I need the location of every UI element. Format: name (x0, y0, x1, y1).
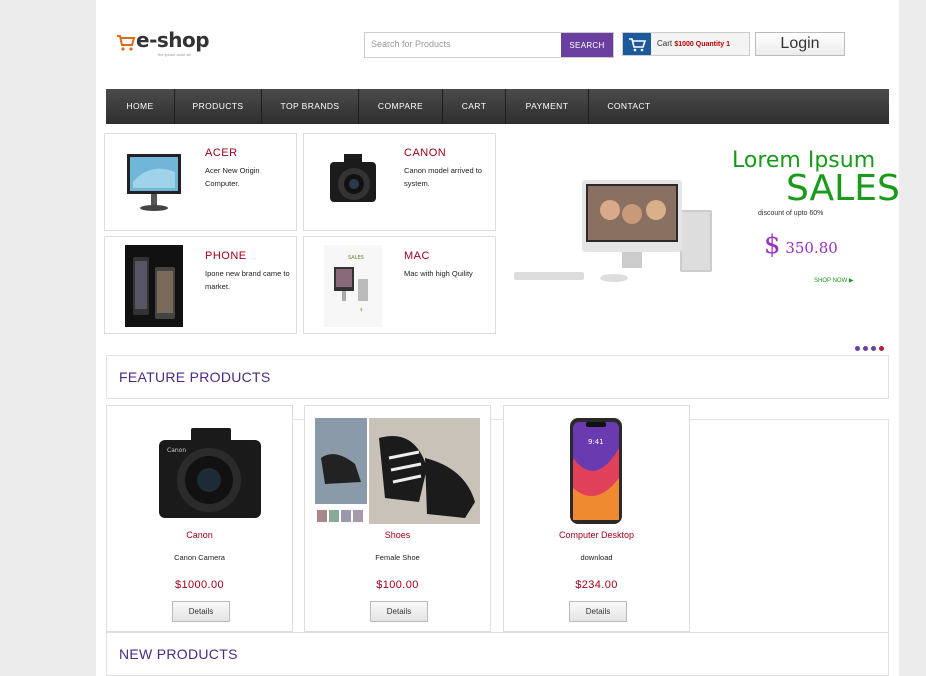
cart-text: Cart $1000 Quantity 1 (657, 39, 730, 48)
page-container: e-shop the ipsum dolor sit SEARCH Cart $… (96, 0, 900, 676)
cart-amount: $1000 Quantity 1 (674, 41, 730, 48)
imac-banner-image (514, 180, 712, 282)
slider-dot[interactable] (855, 346, 860, 351)
slider-dot-active[interactable] (879, 346, 884, 351)
login-button[interactable]: Login (755, 32, 845, 56)
product-card-computer-desktop[interactable]: 9:41 Computer Desktop download $234.00 D… (503, 405, 690, 632)
section-title: FEATURE PRODUCTS (119, 369, 271, 385)
canon-camera-product-image: Canon (159, 428, 261, 518)
logo-tagline: the ipsum dolor sit (158, 52, 191, 57)
slider-dots (855, 346, 884, 351)
shoes-product-image (315, 418, 480, 524)
search-button[interactable]: SEARCH (561, 33, 613, 57)
details-button[interactable]: Details (370, 601, 428, 622)
logo-text: e-shop (136, 28, 210, 52)
banner-price: $ 350.80 (764, 230, 838, 260)
details-button[interactable]: Details (569, 601, 627, 622)
category-card-acer[interactable]: ACER Acer New Origin Computer. (104, 133, 297, 231)
slider-dot[interactable] (863, 346, 868, 351)
cart-summary[interactable]: Cart $1000 Quantity 1 (622, 32, 750, 56)
product-desc: Female Shoe (375, 553, 420, 562)
category-name: PHONE (205, 250, 247, 262)
category-desc: Mac with high Quility (404, 269, 473, 278)
product-price: $1000.00 (174, 579, 225, 591)
main-nav: HOME PRODUCTS TOP BRANDS COMPARE CART PA… (106, 89, 889, 124)
nav-item-contact[interactable]: CONTACT (589, 89, 669, 124)
nav-item-cart[interactable]: CART (443, 89, 506, 124)
category-name: CANON (404, 147, 447, 159)
svg-text:Canon: Canon (167, 447, 186, 454)
new-products-header: NEW PRODUCTS (106, 632, 889, 676)
category-card-phone[interactable]: PHONE Ipone new brand came to market. (104, 236, 297, 334)
feature-products-header: FEATURE PRODUCTS (106, 355, 889, 399)
category-name: ACER (205, 147, 238, 159)
svg-text:9:41: 9:41 (588, 438, 604, 446)
product-name[interactable]: Shoes (305, 530, 490, 540)
product-name[interactable]: Computer Desktop (504, 530, 689, 540)
shopping-cart-logo-icon (117, 35, 136, 51)
details-button[interactable]: Details (172, 601, 230, 622)
svg-text:SALES: SALES (348, 255, 364, 261)
shop-now-link[interactable]: SHOP NOW ▶ (814, 277, 854, 284)
product-price: $100.00 (376, 579, 419, 591)
banner-sales: SALES (786, 168, 900, 209)
product-name[interactable]: Canon (107, 530, 292, 540)
section-title: NEW PRODUCTS (119, 646, 238, 662)
search-bar: SEARCH (364, 32, 614, 58)
nav-item-compare[interactable]: COMPARE (359, 89, 443, 124)
category-card-mac[interactable]: SALES $ MAC Mac with high Quility (303, 236, 496, 334)
slider-dot[interactable] (871, 346, 876, 351)
cart-icon (623, 33, 651, 55)
cart-label: Cart (657, 39, 673, 48)
category-card-canon[interactable]: CANON Canon model arrived to system. (303, 133, 496, 231)
banner-price-symbol: $ (764, 230, 781, 260)
phone-image (125, 245, 183, 327)
product-desc: Canon Camera (174, 553, 225, 562)
category-desc: Acer New Origin Computer. (205, 166, 260, 188)
promo-banner[interactable]: Lorem Ipsum SALES discount of upto 60% $… (508, 138, 900, 338)
category-desc: Ipone new brand came to market. (205, 269, 290, 291)
mac-image: SALES $ (324, 245, 382, 327)
banner-price-value: 350.80 (785, 239, 838, 257)
nav-item-home[interactable]: HOME (106, 89, 175, 124)
product-card-canon[interactable]: Canon Canon Canon Camera $1000.00 Detail… (106, 405, 293, 632)
product-desc: download (580, 553, 613, 562)
canon-camera-image (330, 154, 376, 202)
nav-item-payment[interactable]: PAYMENT (506, 89, 589, 124)
search-input[interactable] (365, 33, 567, 55)
banner-discount: discount of upto 60% (758, 210, 824, 217)
category-name: MAC (404, 250, 430, 262)
product-card-shoes[interactable]: Shoes Female Shoe $100.00 Details (304, 405, 491, 632)
category-desc: Canon model arrived to system. (404, 166, 482, 188)
acer-monitor-image (127, 154, 181, 211)
phone-product-image: 9:41 (570, 418, 622, 524)
nav-item-top-brands[interactable]: TOP BRANDS (262, 89, 359, 124)
nav-item-products[interactable]: PRODUCTS (175, 89, 262, 124)
product-price: $234.00 (575, 579, 618, 591)
